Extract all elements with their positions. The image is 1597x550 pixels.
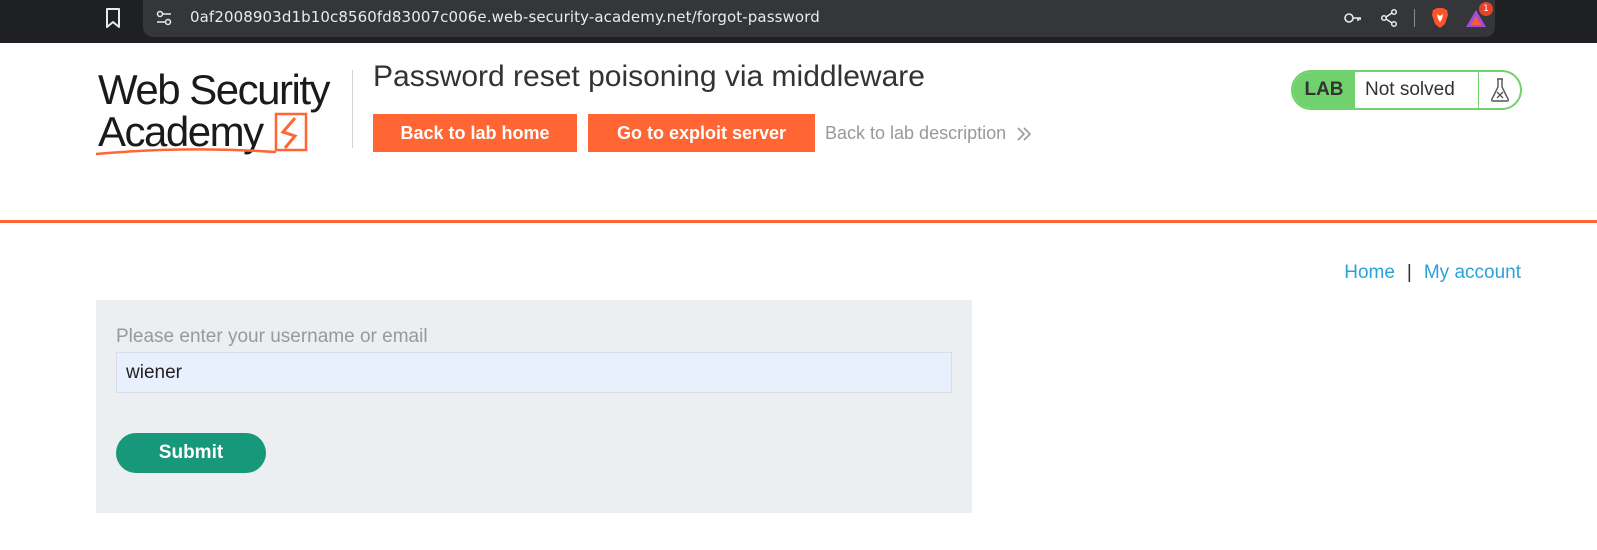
- nav-home-link[interactable]: Home: [1344, 262, 1395, 284]
- double-chevron-right-icon: [1017, 126, 1032, 141]
- flask-icon: [1479, 72, 1520, 108]
- header-rule: [0, 220, 1597, 223]
- username-input[interactable]: wiener: [116, 352, 952, 393]
- web-security-academy-logo[interactable]: Web Security Academy: [95, 66, 350, 158]
- bookmark-icon[interactable]: [104, 7, 122, 29]
- brave-shields-icon[interactable]: [1429, 7, 1451, 29]
- top-navigation: Home | My account: [1344, 262, 1521, 284]
- notification-badge: 1: [1479, 2, 1493, 16]
- nav-separator: |: [1406, 262, 1412, 283]
- header-divider: [352, 70, 353, 148]
- site-settings-icon[interactable]: [155, 9, 173, 27]
- key-icon[interactable]: [1342, 7, 1364, 29]
- back-to-lab-description-label: Back to lab description: [825, 123, 1007, 143]
- toolbar-separator: [1414, 9, 1415, 27]
- submit-button[interactable]: Submit: [116, 433, 266, 473]
- back-to-lab-home-button[interactable]: Back to lab home: [373, 114, 577, 152]
- address-bar-actions: 1: [1342, 2, 1493, 32]
- username-label: Please enter your username or email: [116, 326, 428, 347]
- lab-badge: LAB: [1293, 72, 1355, 108]
- url-text[interactable]: 0af2008903d1b10c8560fd83007c006e.web-sec…: [190, 8, 820, 26]
- lab-status-text: Not solved: [1355, 72, 1479, 108]
- back-to-lab-description-link[interactable]: Back to lab description: [825, 123, 1032, 144]
- nav-my-account-link[interactable]: My account: [1424, 262, 1521, 284]
- forgot-password-form: Please enter your username or email wien…: [96, 300, 972, 513]
- lab-title: Password reset poisoning via middleware: [373, 60, 925, 93]
- share-icon[interactable]: [1378, 7, 1400, 29]
- logo-text-line2: Academy: [98, 108, 264, 155]
- brave-rewards-icon[interactable]: 1: [1465, 2, 1493, 29]
- go-to-exploit-server-button[interactable]: Go to exploit server: [588, 114, 815, 152]
- browser-toolbar: 0af2008903d1b10c8560fd83007c006e.web-sec…: [0, 0, 1597, 43]
- logo-text-line1: Web Security: [98, 66, 330, 113]
- lab-status-widget: LAB Not solved: [1291, 70, 1522, 110]
- address-bar[interactable]: 0af2008903d1b10c8560fd83007c006e.web-sec…: [143, 0, 1495, 37]
